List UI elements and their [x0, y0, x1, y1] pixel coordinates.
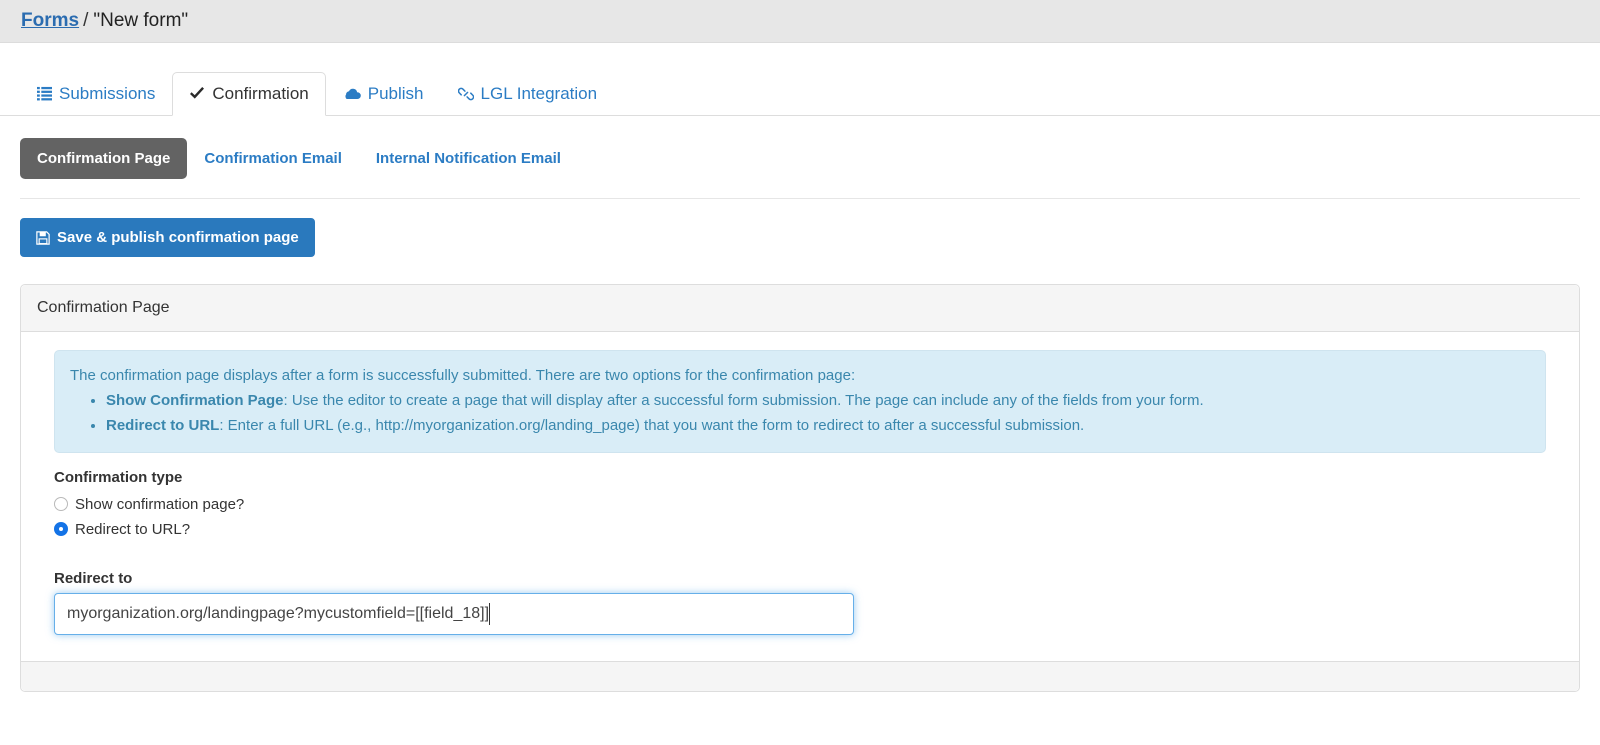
panel-body: The confirmation page displays after a f… [21, 332, 1579, 661]
bullet-text: : Use the editor to create a page that w… [283, 392, 1204, 410]
bullet-term: Redirect to URL [106, 417, 220, 435]
sub-tab-bar: Confirmation Page Confirmation Email Int… [0, 116, 1600, 179]
subtab-internal-notification-email[interactable]: Internal Notification Email [359, 138, 578, 179]
tab-confirmation[interactable]: Confirmation [172, 72, 326, 116]
tab-lgl-integration[interactable]: LGL Integration [441, 72, 615, 116]
subtab-confirmation-email[interactable]: Confirmation Email [187, 138, 359, 179]
tab-label: Confirmation [212, 84, 309, 103]
info-alert: The confirmation page displays after a f… [54, 350, 1546, 453]
confirmation-page-panel: Confirmation Page The confirmation page … [20, 284, 1580, 692]
radio-label: Redirect to URL? [75, 520, 191, 538]
breadcrumb-separator: / [83, 10, 89, 31]
alert-intro-text: The confirmation page displays after a f… [70, 367, 856, 384]
alert-bullet-redirect-to-url: Redirect to URL: Enter a full URL (e.g.,… [106, 413, 1530, 438]
bullet-text: : Enter a full URL (e.g., http://myorgan… [219, 417, 1085, 435]
toolbar: Save & publish confirmation page [0, 199, 1600, 257]
tab-publish[interactable]: Publish [326, 72, 441, 116]
panel-footer [21, 660, 1579, 691]
tab-label: Publish [367, 84, 424, 103]
radio-button-selected-icon[interactable] [54, 522, 68, 537]
subtab-confirmation-page[interactable]: Confirmation Page [20, 138, 188, 179]
radio-option-show-confirmation-page[interactable]: Show confirmation page? [54, 492, 1546, 517]
tab-submissions[interactable]: Submissions [20, 72, 172, 116]
radio-button-unselected-icon[interactable] [54, 497, 68, 512]
confirmation-type-label: Confirmation type [54, 468, 183, 486]
link-icon [457, 86, 474, 102]
save-publish-confirmation-page-button[interactable]: Save & publish confirmation page [20, 218, 315, 257]
radio-option-redirect-to-url[interactable]: Redirect to URL? [54, 517, 1546, 542]
breadcrumb-current-form: "New form" [93, 10, 189, 31]
alert-bullet-show-confirmation-page: Show Confirmation Page: Use the editor t… [106, 388, 1530, 413]
redirect-input-wrapper [54, 592, 854, 635]
floppy-disk-icon [36, 230, 50, 245]
tab-label: Submissions [59, 84, 156, 103]
bullet-term: Show Confirmation Page [106, 392, 284, 410]
tab-label: LGL Integration [480, 84, 598, 103]
radio-label: Show confirmation page? [75, 495, 245, 513]
redirect-to-label: Redirect to [54, 569, 133, 587]
main-tab-bar: Submissions Confirmation Publish LGL Int… [0, 43, 1600, 116]
check-icon [189, 86, 205, 101]
save-button-label: Save & publish confirmation page [57, 229, 299, 246]
panel-title: Confirmation Page [21, 285, 1579, 332]
redirect-url-input[interactable] [54, 592, 854, 635]
breadcrumb-forms-link[interactable]: Forms [21, 10, 79, 32]
alert-bullet-list: Show Confirmation Page: Use the editor t… [70, 388, 1530, 438]
breadcrumb: Forms / "New form" [0, 0, 1600, 43]
text-cursor [489, 602, 491, 625]
cloud-icon [343, 87, 361, 100]
list-icon [37, 86, 52, 101]
